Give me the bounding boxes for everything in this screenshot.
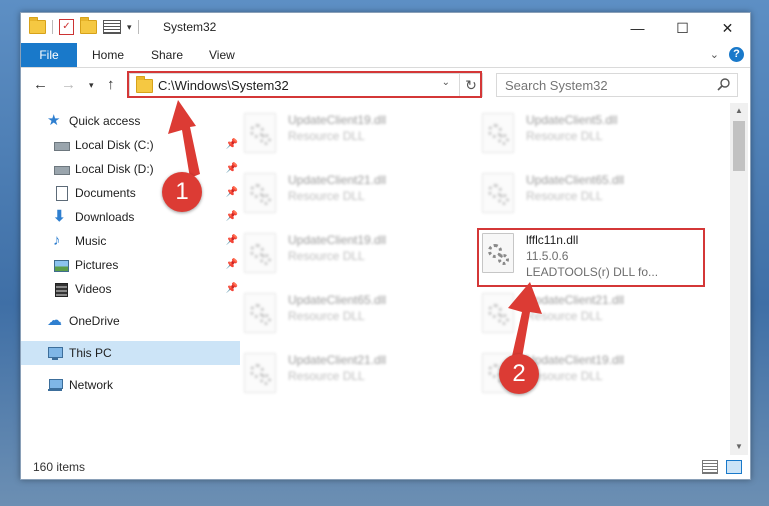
new-folder-icon[interactable] — [80, 17, 97, 34]
documents-icon — [53, 185, 69, 201]
network-icon — [47, 377, 63, 393]
sidebar-item-downloads[interactable]: ⬇ Downloads 📌 — [21, 205, 246, 229]
download-arrow-icon: ⬇ — [53, 208, 66, 225]
back-arrow-icon[interactable]: ← — [33, 76, 48, 93]
list-item[interactable]: UpdateClient5.dll Resource DLL — [474, 109, 696, 159]
computer-icon — [47, 345, 63, 361]
dll-gear-icon — [244, 113, 276, 153]
window-controls: — ☐ ✕ — [615, 13, 750, 43]
view-icon[interactable] — [103, 20, 121, 34]
dll-gear-icon — [482, 113, 514, 153]
star-icon: ★ — [47, 112, 61, 129]
large-icons-view-icon[interactable] — [726, 460, 742, 474]
list-item[interactable]: UpdateClient21.dll Resource DLL — [474, 289, 696, 339]
sidebar-item-pictures[interactable]: Pictures 📌 — [21, 253, 246, 277]
sidebar-item-this-pc[interactable]: This PC — [21, 341, 240, 365]
tab-share[interactable]: Share — [151, 43, 183, 67]
list-item[interactable]: UpdateClient65.dll Resource DLL — [236, 289, 458, 339]
step-1-badge: 1 — [162, 172, 202, 212]
list-item[interactable]: UpdateClient19.dll Resource DLL — [236, 109, 458, 159]
sidebar-item-quick-access[interactable]: ★ Quick access — [21, 109, 240, 133]
sidebar-item-music[interactable]: ♪ Music 📌 — [21, 229, 246, 253]
quick-access-toolbar: ✓ ▾ — [29, 17, 139, 35]
search-input[interactable] — [503, 74, 707, 96]
scroll-down-icon[interactable]: ▼ — [730, 439, 748, 455]
status-bar: 160 items — [21, 455, 750, 479]
list-item[interactable]: UpdateClient21.dll Resource DLL — [236, 349, 458, 399]
sidebar-item-onedrive[interactable]: ☁ OneDrive — [21, 309, 240, 333]
dll-gear-icon — [244, 293, 276, 333]
scroll-up-icon[interactable]: ▲ — [730, 103, 748, 119]
search-icon[interactable] — [717, 77, 731, 91]
vertical-scrollbar[interactable]: ▲ ▼ — [730, 103, 748, 455]
recent-locations-icon[interactable]: ▾ — [89, 80, 94, 91]
dll-gear-icon — [244, 233, 276, 273]
properties-icon[interactable]: ✓ — [59, 19, 74, 35]
ribbon-tabs: File Home Share View ⌄ ? — [21, 43, 750, 68]
sidebar-item-videos[interactable]: Videos 📌 — [21, 277, 246, 301]
maximize-button[interactable]: ☐ — [660, 13, 705, 43]
details-view-icon[interactable] — [702, 460, 718, 474]
navigation-pane: ★ Quick access Local Disk (C:) 📌 Local D… — [21, 109, 240, 454]
dll-gear-icon — [482, 173, 514, 213]
drive-icon — [53, 161, 70, 177]
up-arrow-icon[interactable]: ↑ — [107, 76, 115, 93]
step-2-badge: 2 — [499, 354, 539, 394]
search-box[interactable] — [496, 73, 738, 97]
sidebar-item-local-disk-c[interactable]: Local Disk (C:) 📌 — [21, 133, 246, 157]
sidebar-item-documents[interactable]: Documents 📌 — [21, 181, 246, 205]
sidebar-item-network[interactable]: Network — [21, 373, 240, 397]
film-icon — [53, 281, 69, 297]
folder-icon — [29, 17, 46, 34]
file-highlight-box — [477, 228, 705, 287]
expand-ribbon-icon[interactable]: ⌄ — [710, 48, 719, 61]
dll-gear-icon — [244, 353, 276, 393]
dll-gear-icon — [244, 173, 276, 213]
help-icon[interactable]: ? — [729, 47, 744, 62]
forward-arrow-icon[interactable]: → — [61, 76, 76, 93]
close-button[interactable]: ✕ — [705, 13, 750, 43]
item-count: 160 items — [33, 460, 86, 474]
minimize-button[interactable]: — — [615, 13, 660, 43]
list-item[interactable]: UpdateClient21.dll Resource DLL — [236, 169, 458, 219]
window-title: System32 — [163, 20, 217, 34]
music-note-icon: ♪ — [53, 232, 61, 249]
list-item[interactable]: UpdateClient65.dll Resource DLL — [474, 169, 696, 219]
dll-gear-icon — [482, 293, 514, 333]
title-bar: ✓ ▾ System32 — ☐ ✕ — [21, 13, 750, 43]
sidebar-item-local-disk-d[interactable]: Local Disk (D:) 📌 — [21, 157, 246, 181]
list-item[interactable]: UpdateClient19.dll Resource DLL — [236, 229, 458, 279]
tab-file[interactable]: File — [21, 43, 77, 67]
tab-home[interactable]: Home — [92, 43, 124, 67]
customize-toolbar-icon[interactable]: ▾ — [127, 22, 132, 33]
cloud-icon: ☁ — [47, 312, 62, 329]
tab-view[interactable]: View — [209, 43, 235, 67]
drive-icon — [53, 137, 70, 153]
pictures-icon — [53, 257, 69, 273]
scroll-thumb[interactable] — [733, 121, 745, 171]
address-highlight-box — [127, 71, 482, 98]
